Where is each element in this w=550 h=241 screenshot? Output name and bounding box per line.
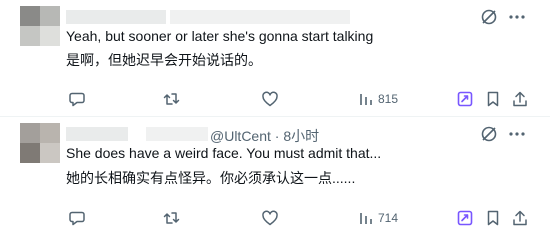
redacted-verified-name [146, 127, 208, 141]
views-button[interactable]: 815 [358, 90, 398, 108]
share-icon [513, 91, 527, 107]
post-actions: 714 [0, 209, 550, 227]
post-header: @UltCent · 8小时 [66, 125, 486, 146]
like-icon [262, 91, 278, 107]
more-icon[interactable] [508, 125, 526, 143]
redacted-handle [170, 10, 350, 24]
post-top-actions [480, 125, 530, 145]
post-text-english: She does have a weird face. You must adm… [66, 145, 382, 161]
share-button[interactable] [511, 209, 529, 227]
handle-and-time[interactable]: @UltCent · 8小时 [210, 126, 319, 146]
repost-icon [163, 93, 180, 105]
grok-icon [457, 91, 473, 107]
share-icon [513, 210, 527, 226]
views-icon [360, 213, 372, 224]
avatar[interactable] [20, 6, 60, 46]
reply-button[interactable] [68, 209, 86, 227]
like-icon [262, 210, 278, 226]
reply-button[interactable] [68, 90, 86, 108]
post-header [66, 8, 486, 26]
more-icon[interactable] [508, 8, 526, 26]
reply-icon [69, 92, 85, 107]
repost-icon [163, 212, 180, 224]
post-text-chinese: 她的长相确实有点怪异。你必须承认这一点...... [66, 170, 356, 186]
slashed-circle-icon[interactable] [480, 125, 498, 143]
post[interactable]: @UltCent · 8小时 She does have a weird fac… [0, 117, 550, 241]
repost-button[interactable] [163, 209, 181, 227]
views-icon [360, 94, 372, 105]
bookmark-icon [487, 91, 499, 107]
redacted-display-name [66, 10, 166, 24]
like-button[interactable] [261, 90, 279, 108]
grok-icon [457, 210, 473, 226]
grok-button[interactable] [456, 209, 474, 227]
grok-button[interactable] [456, 90, 474, 108]
views-count: 815 [378, 92, 399, 106]
views-count: 714 [378, 211, 399, 225]
redacted-display-name [66, 127, 128, 141]
reply-icon [69, 211, 85, 226]
like-button[interactable] [261, 209, 279, 227]
post[interactable]: Yeah, but sooner or later she's gonna st… [0, 0, 550, 117]
avatar[interactable] [20, 123, 60, 163]
post-text-english: Yeah, but sooner or later she's gonna st… [66, 28, 374, 44]
post-top-actions [480, 8, 530, 28]
bookmark-icon [487, 210, 499, 226]
slashed-circle-icon[interactable] [480, 8, 498, 26]
post-actions: 815 [0, 90, 550, 108]
share-button[interactable] [511, 90, 529, 108]
bookmark-button[interactable] [484, 90, 502, 108]
views-button[interactable]: 714 [358, 209, 398, 227]
bookmark-button[interactable] [484, 209, 502, 227]
post-text-chinese: 是啊，但她迟早会开始说话的。 [66, 52, 262, 68]
repost-button[interactable] [163, 90, 181, 108]
